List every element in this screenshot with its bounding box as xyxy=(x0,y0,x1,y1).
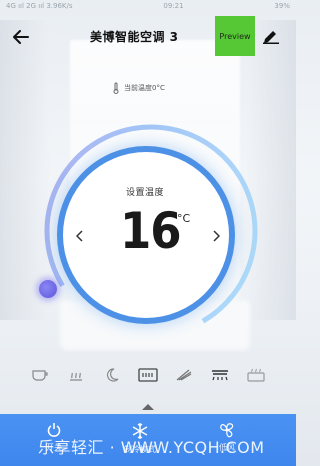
mode-icons-row xyxy=(28,364,268,386)
heater-icon xyxy=(247,368,265,382)
set-temperature-value: 16 xyxy=(120,202,182,260)
mode-label: 制冷模式 xyxy=(124,445,156,454)
edit-button[interactable] xyxy=(261,26,281,46)
chevron-up-icon xyxy=(142,404,154,410)
swing-icon xyxy=(176,369,192,381)
pencil-icon xyxy=(263,31,279,44)
battery-level: 39% xyxy=(274,2,290,10)
vent-icon xyxy=(212,370,228,381)
status-network: 4G ııl 2G ııl 3.96K/s xyxy=(6,2,73,10)
temperature-unit: °C xyxy=(177,212,191,225)
current-temperature-text: 当前温度0°C xyxy=(124,84,165,92)
preview-button[interactable]: Preview xyxy=(215,16,255,56)
decrease-temperature-button[interactable] xyxy=(72,226,88,246)
sleep-cup-icon xyxy=(32,370,48,381)
status-bar: 4G ııl 2G ııl 3.96K/s 09:21 39% xyxy=(0,0,296,12)
power-icon xyxy=(47,423,61,437)
mode-button-swing[interactable] xyxy=(172,365,196,385)
page-title: 美博智能空调 3 xyxy=(90,30,179,44)
back-button[interactable] xyxy=(10,26,32,48)
dial-knob[interactable] xyxy=(39,280,57,298)
power-button[interactable]: 开关 xyxy=(46,422,62,453)
thermometer-icon xyxy=(113,82,119,94)
moon-icon xyxy=(106,368,119,382)
cool-mode-button[interactable]: 制冷模式 xyxy=(124,422,156,455)
mode-button-night[interactable] xyxy=(100,365,124,385)
mode-button-sleep[interactable] xyxy=(28,365,52,385)
mode-button-vent[interactable] xyxy=(208,365,232,385)
increase-temperature-button[interactable] xyxy=(208,226,224,246)
heat-wave-icon xyxy=(70,372,82,381)
display-icon xyxy=(138,368,158,382)
fan-label: 低风 xyxy=(219,443,235,452)
mode-button-heat[interactable] xyxy=(64,365,88,385)
current-temperature: 当前温度0°C xyxy=(112,82,165,94)
mode-button-heater[interactable] xyxy=(244,365,268,385)
fan-icon xyxy=(220,423,234,438)
status-right: 39% xyxy=(274,2,290,10)
set-temperature-label: 设置温度 xyxy=(126,188,165,198)
back-arrow-icon xyxy=(13,30,29,44)
expand-panel-button[interactable] xyxy=(138,403,158,413)
snowflake-icon xyxy=(132,423,148,439)
chevron-left-icon xyxy=(76,230,83,242)
power-label: 开关 xyxy=(46,443,62,452)
fan-speed-button[interactable]: 低风 xyxy=(218,422,236,453)
mode-button-display[interactable] xyxy=(136,365,160,385)
status-time: 09:21 xyxy=(163,2,184,10)
bottom-control-bar: 开关 制冷模式 低风 xyxy=(0,414,296,466)
chevron-right-icon xyxy=(213,230,220,242)
